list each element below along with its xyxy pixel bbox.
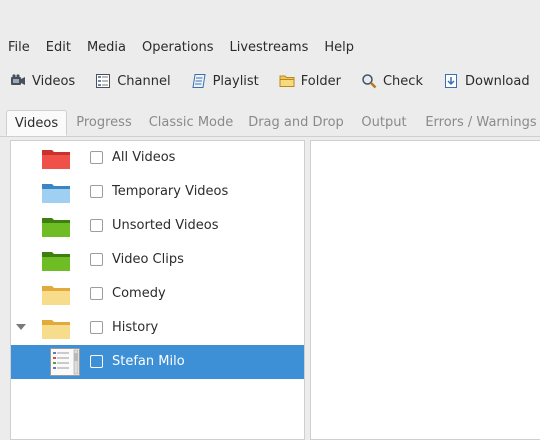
videos-button[interactable]: Videos [0,66,85,96]
checkbox[interactable] [90,185,103,198]
folder-button[interactable]: Folder [269,66,351,96]
download-button[interactable]: Download [433,66,540,96]
tab-bar: Videos Progress Classic Mode Drag and Dr… [0,110,540,137]
videos-icon [10,73,26,89]
menu-media[interactable]: Media [79,40,134,55]
expander-arrow-icon[interactable] [16,324,26,330]
tab-videos[interactable]: Videos [6,110,67,136]
check-button[interactable]: Check [351,66,433,96]
folder-yellow-icon [41,284,71,306]
checkbox[interactable] [90,253,103,266]
tree-row-stefan-milo[interactable]: Stefan Milo [11,345,304,379]
menu-operations[interactable]: Operations [134,40,221,55]
menu-livestreams[interactable]: Livestreams [221,40,316,55]
channel-icon [95,73,111,89]
folder-tree: All Videos Temporary Videos Unsorted Vid… [10,140,305,440]
folder-red-icon [41,148,71,170]
checkbox[interactable] [90,287,103,300]
folder-green-icon [41,250,71,272]
folder-icon [279,73,295,89]
tree-row-history[interactable]: History [11,311,304,345]
tree-row-temporary-videos[interactable]: Temporary Videos [11,175,304,209]
download-icon [443,73,459,89]
tree-row-all-videos[interactable]: All Videos [11,141,304,175]
menu-edit[interactable]: Edit [38,40,79,55]
playlist-icon [191,73,207,89]
video-list-pane[interactable] [310,140,540,440]
download-button-label: Download [464,73,530,89]
tree-row-label: Stefan Milo [112,354,185,369]
tree-row-comedy[interactable]: Comedy [11,277,304,311]
folder-button-label: Folder [300,73,341,89]
tree-row-label: History [112,320,159,335]
folder-green-icon [41,216,71,238]
tab-drag-and-drop[interactable]: Drag and Drop [246,110,346,136]
folder-yellow-icon [41,318,71,340]
toolbar: Videos Channel Playlist Folder Check Dow… [0,62,540,100]
menu-file[interactable]: File [0,40,38,55]
tree-row-label: Video Clips [112,252,184,267]
tree-row-video-clips[interactable]: Video Clips [11,243,304,277]
tree-row-label: All Videos [112,150,176,165]
videos-button-label: Videos [32,73,76,89]
channel-button-label: Channel [117,73,171,89]
check-button-label: Check [382,73,423,89]
playlist-button-label: Playlist [212,73,259,89]
tab-classic-mode[interactable]: Classic Mode [146,110,236,136]
checkbox[interactable] [90,219,103,232]
channel-button[interactable]: Channel [85,66,180,96]
tab-output[interactable]: Output [356,110,412,136]
channel-thumbnail-icon [50,348,80,376]
check-icon [361,73,377,89]
checkbox[interactable] [90,355,103,368]
menu-help[interactable]: Help [316,40,362,55]
tab-errors-warnings[interactable]: Errors / Warnings [422,110,540,136]
folder-blue-icon [41,182,71,204]
tree-row-label: Unsorted Videos [112,218,219,233]
title-bar [0,0,540,34]
checkbox[interactable] [90,151,103,164]
checkbox[interactable] [90,321,103,334]
tab-progress[interactable]: Progress [72,110,136,136]
menu-bar: File Edit Media Operations Livestreams H… [0,34,540,60]
tree-row-label: Temporary Videos [112,184,229,199]
playlist-button[interactable]: Playlist [181,66,269,96]
tree-row-label: Comedy [112,286,166,301]
tree-row-unsorted-videos[interactable]: Unsorted Videos [11,209,304,243]
